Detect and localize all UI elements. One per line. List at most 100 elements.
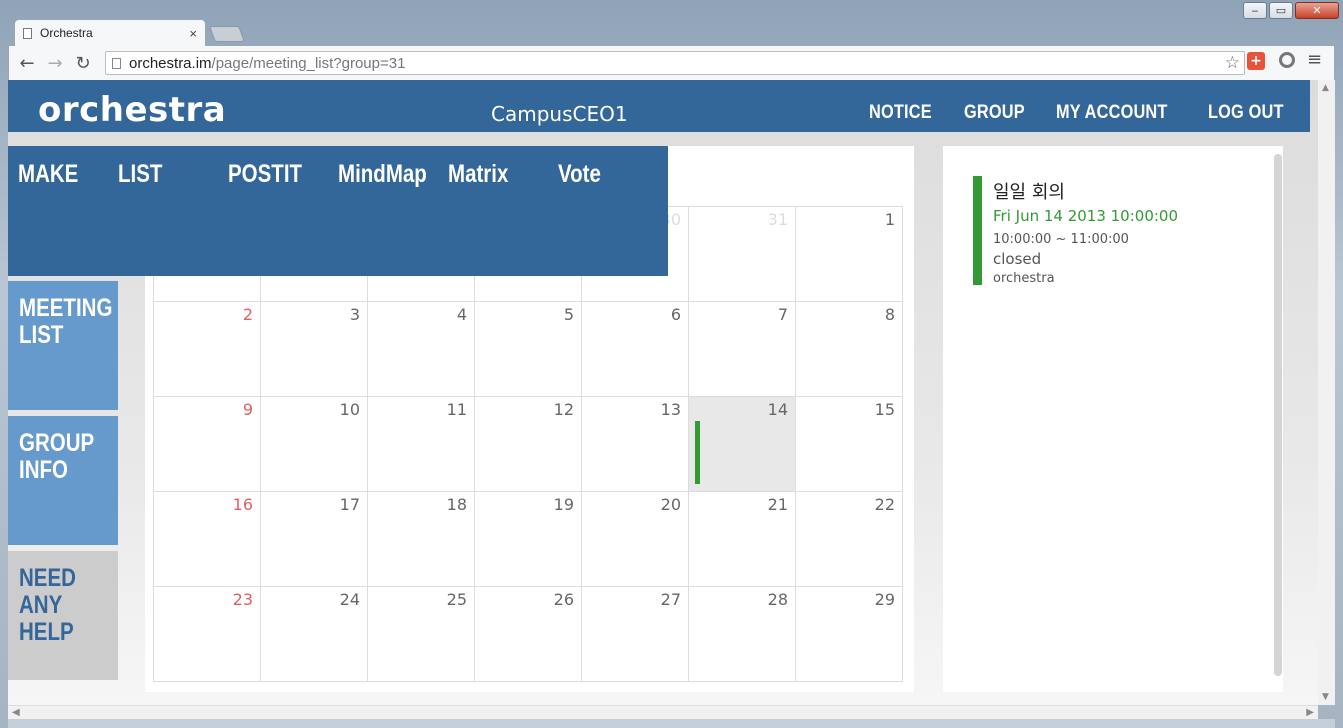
scroll-up-icon[interactable]: ▲	[1322, 83, 1329, 93]
calendar-day-cell[interactable]: 23	[154, 587, 261, 682]
calendar-day-number: 29	[874, 590, 895, 609]
nav-notice[interactable]: NOTICE	[869, 102, 932, 124]
calendar-day-cell[interactable]: 9	[154, 397, 261, 492]
calendar-day-cell[interactable]: 18	[368, 492, 475, 587]
meeting-color-bar	[973, 176, 982, 285]
sidebar-item-help[interactable]: NEED ANY HELP	[8, 551, 118, 680]
top-nav: NOTICE GROUP MY ACCOUNT LOG OUT	[869, 102, 1288, 124]
calendar-day-number: 21	[767, 495, 788, 514]
detail-scrollbar[interactable]	[1274, 154, 1282, 676]
calendar-day-number: 4	[456, 305, 467, 324]
calendar-day-cell[interactable]: 19	[475, 492, 582, 587]
tab-title: Orchestra	[40, 26, 93, 40]
menu-icon[interactable]: ≡	[1307, 49, 1322, 70]
page-icon	[112, 57, 121, 69]
calendar-event-marker[interactable]	[695, 421, 700, 484]
meeting-card-body: 일일 회의 Fri Jun 14 2013 10:00:00 10:00:00 …	[993, 176, 1253, 286]
page-viewport: orchestra CampusCEO1 NOTICE GROUP MY ACC…	[8, 80, 1335, 705]
tab-strip: Orchestra ×	[0, 0, 1343, 46]
nav-my-account[interactable]: MY ACCOUNT	[1056, 102, 1168, 124]
sidebar-label: ANY	[19, 591, 63, 619]
calendar-day-number: 11	[446, 400, 467, 419]
calendar-day-cell[interactable]: 3	[261, 302, 368, 397]
calendar-day-cell[interactable]: 13	[582, 397, 689, 492]
calendar-day-number: 5	[563, 305, 574, 324]
logo[interactable]: orchestra	[38, 90, 226, 130]
sidebar-label: HELP	[19, 618, 74, 646]
calendar-day-cell[interactable]: 20	[582, 492, 689, 587]
scroll-left-icon[interactable]: ◀	[12, 706, 20, 719]
meeting-dropdown-menu: MAKE LIST POSTIT MindMap Matrix Vote	[8, 146, 668, 276]
browser-tab[interactable]: Orchestra ×	[14, 19, 206, 46]
window-frame	[8, 719, 1335, 728]
forward-icon[interactable]: →	[43, 51, 67, 75]
scroll-down-icon[interactable]: ▼	[1322, 692, 1329, 702]
back-icon[interactable]: ←	[15, 51, 39, 75]
sidebar-item-group-info[interactable]: GROUP INFO	[8, 416, 118, 545]
star-icon[interactable]: ☆	[1225, 53, 1240, 73]
calendar-day-number: 17	[339, 495, 360, 514]
nav-log-out[interactable]: LOG OUT	[1208, 102, 1284, 124]
meeting-detail-panel: 일일 회의 Fri Jun 14 2013 10:00:00 10:00:00 …	[943, 146, 1283, 692]
calendar-day-cell[interactable]: 8	[796, 302, 903, 397]
calendar-day-number: 18	[446, 495, 467, 514]
calendar-day-cell[interactable]: 6	[582, 302, 689, 397]
url-host: orchestra.im	[129, 54, 212, 72]
reload-icon[interactable]: ↻	[71, 51, 95, 75]
new-tab-button[interactable]	[209, 26, 245, 42]
horizontal-scrollbar[interactable]: ◀ ▶	[8, 705, 1318, 719]
sidebar-item-meeting-list[interactable]: MEETING LIST	[8, 281, 118, 410]
calendar-day-cell[interactable]: 26	[475, 587, 582, 682]
calendar-week-row: 23 24 25 26 27 28 29	[154, 587, 903, 682]
address-bar[interactable]: orchestra.im/page/meeting_list?group=31 …	[105, 51, 1245, 75]
calendar-day-number: 19	[553, 495, 574, 514]
nav-group[interactable]: GROUP	[964, 102, 1025, 124]
calendar-day-number: 7	[777, 305, 788, 324]
calendar-day-cell[interactable]: 10	[261, 397, 368, 492]
extension-circle-icon[interactable]	[1279, 52, 1295, 68]
menu-item-matrix[interactable]: Matrix	[448, 160, 522, 189]
calendar-day-cell[interactable]: 14	[689, 397, 796, 492]
calendar-day-cell[interactable]: 25	[368, 587, 475, 682]
calendar-day-number: 27	[660, 590, 681, 609]
sidebar-label: NEED	[19, 564, 76, 592]
menu-item-postit[interactable]: POSTIT	[228, 160, 318, 189]
calendar-day-cell[interactable]: 27	[582, 587, 689, 682]
calendar-day-cell[interactable]: 11	[368, 397, 475, 492]
extension-icon[interactable]: +	[1247, 52, 1265, 70]
calendar-day-cell[interactable]: 5	[475, 302, 582, 397]
sidebar-label: INFO	[19, 456, 68, 484]
calendar-day-cell[interactable]: 24	[261, 587, 368, 682]
calendar-day-cell[interactable]: 22	[796, 492, 903, 587]
vertical-scrollbar[interactable]: ▲ ▼	[1318, 80, 1335, 705]
calendar-day-cell[interactable]: 2	[154, 302, 261, 397]
calendar-day-number: 10	[339, 400, 360, 419]
calendar-day-number: 24	[339, 590, 360, 609]
calendar-day-cell[interactable]: 7	[689, 302, 796, 397]
calendar-day-cell[interactable]: 31	[689, 207, 796, 302]
calendar-day-number: 15	[874, 400, 895, 419]
calendar-day-number: 16	[232, 495, 253, 514]
sidebar-label: MEETING	[19, 294, 113, 322]
calendar-day-cell[interactable]: 17	[261, 492, 368, 587]
menu-item-make[interactable]: MAKE	[18, 160, 92, 189]
calendar-day-cell[interactable]: 29	[796, 587, 903, 682]
calendar-day-cell[interactable]: 28	[689, 587, 796, 682]
calendar-day-cell[interactable]: 21	[689, 492, 796, 587]
calendar-week-row: 2 3 4 5 6 7 8	[154, 302, 903, 397]
menu-item-mindmap[interactable]: MindMap	[338, 160, 446, 189]
calendar-week-row: 16 17 18 19 20 21 22	[154, 492, 903, 587]
calendar-day-number: 28	[767, 590, 788, 609]
calendar-day-cell[interactable]: 16	[154, 492, 261, 587]
calendar-day-cell[interactable]: 15	[796, 397, 903, 492]
tab-close-icon[interactable]: ×	[189, 26, 197, 41]
calendar-day-cell[interactable]: 1	[796, 207, 903, 302]
scroll-right-icon[interactable]: ▶	[1306, 706, 1314, 719]
calendar-day-cell[interactable]: 4	[368, 302, 475, 397]
menu-item-vote[interactable]: Vote	[558, 160, 610, 189]
meeting-title[interactable]: 일일 회의	[993, 178, 1253, 204]
menu-item-list[interactable]: LIST	[118, 160, 172, 189]
calendar-grid: 30 31 1 2 3 4 5 6 7 8 9 10 11 12 13 14 15 16 17 18 19 20 21 22 2…	[153, 206, 903, 682]
calendar-day-cell[interactable]: 12	[475, 397, 582, 492]
meeting-date: Fri Jun 14 2013 10:00:00	[993, 207, 1179, 225]
